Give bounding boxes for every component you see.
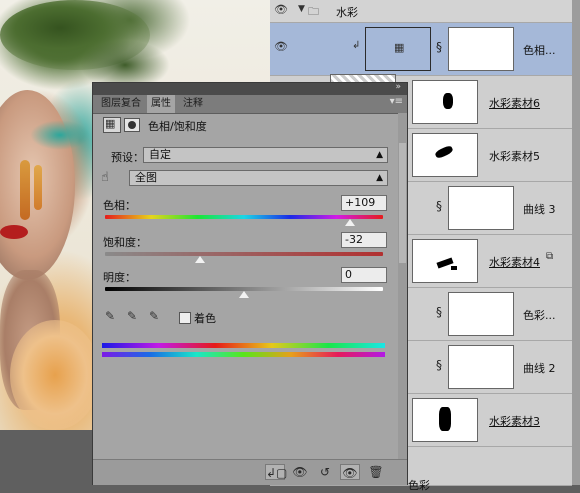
- link-icon[interactable]: §: [436, 199, 442, 213]
- collapse-icon[interactable]: »: [395, 82, 401, 92]
- output-color-bar: [102, 352, 385, 357]
- link-icon[interactable]: §: [436, 358, 442, 372]
- link-icon[interactable]: §: [436, 305, 442, 319]
- canvas-orange-splash: [10, 320, 100, 430]
- lightness-slider-thumb[interactable]: [239, 291, 249, 298]
- saturation-slider-thumb[interactable]: [194, 256, 205, 263]
- canvas-pasteboard: [0, 430, 92, 485]
- scrollbar-thumb[interactable]: [399, 143, 406, 263]
- layer-thumbnail[interactable]: [412, 80, 478, 124]
- channel-dropdown[interactable]: 全图 ▲: [129, 170, 388, 186]
- eye-icon[interactable]: 👁: [274, 40, 288, 53]
- colorize-checkbox[interactable]: [179, 312, 191, 324]
- panel-titlebar[interactable]: »: [93, 82, 407, 95]
- tab-layer-comps[interactable]: 图层复合: [97, 95, 145, 113]
- reset-icon[interactable]: ↺: [315, 464, 335, 480]
- layer-name[interactable]: 曲线 3: [523, 201, 556, 217]
- layer-name[interactable]: 水彩素材3: [489, 413, 540, 429]
- layer-name[interactable]: 水彩素材6: [489, 95, 540, 111]
- properties-panel: » 图层复合 属性 注释 ▾≡ ▦ 色相/饱和度 预设： 自定 ▲ ☝ 全图 ▲…: [92, 82, 408, 485]
- layer-name[interactable]: 色相...: [523, 42, 556, 58]
- layer-mask-thumbnail[interactable]: [448, 27, 514, 71]
- hue-slider-thumb[interactable]: [344, 219, 355, 226]
- canvas-drip: [34, 165, 42, 210]
- folder-icon: 🗀: [308, 5, 319, 18]
- saturation-input[interactable]: -32: [341, 232, 387, 248]
- eyedropper-minus-icon[interactable]: ✎: [149, 309, 159, 323]
- hue-label: 色相：: [103, 199, 136, 212]
- target-hand-icon[interactable]: ☝: [101, 170, 109, 185]
- layer-mask-thumbnail[interactable]: [448, 186, 514, 230]
- layer-thumbnail[interactable]: [412, 239, 478, 283]
- layer-thumbnail[interactable]: [412, 133, 478, 177]
- saturation-label: 饱和度：: [103, 236, 147, 249]
- view-previous-icon[interactable]: 👁: [290, 464, 310, 480]
- colorize-label[interactable]: 着色: [194, 310, 216, 326]
- layer-name[interactable]: 曲线 2: [523, 360, 556, 376]
- layer-group-row[interactable]: 👁 ▼ 🗀 水彩: [270, 0, 572, 23]
- layer-mask-thumbnail[interactable]: [448, 345, 514, 389]
- tab-notes[interactable]: 注释: [179, 95, 207, 113]
- preset-value: 自定: [149, 148, 171, 161]
- panel-tab-bar: 图层复合 属性 注释 ▾≡: [93, 95, 407, 114]
- visibility-toggle-icon[interactable]: 👁: [340, 464, 360, 480]
- preset-label: 预设：: [111, 151, 144, 164]
- hue-saturation-icon: ▦: [105, 117, 116, 130]
- eyedropper-icon[interactable]: ✎: [105, 309, 115, 323]
- saturation-slider-track[interactable]: [105, 252, 383, 256]
- clip-arrow-icon: ↲: [352, 40, 361, 51]
- tab-properties[interactable]: 属性: [147, 95, 175, 113]
- dropdown-arrow-icon: ▲: [376, 150, 383, 160]
- layers-scrollbar[interactable]: [572, 0, 580, 485]
- expand-triangle-icon[interactable]: ▼: [298, 4, 305, 14]
- input-color-bar: [102, 343, 385, 348]
- trash-icon[interactable]: 🗑: [366, 464, 386, 480]
- properties-scrollbar[interactable]: [398, 113, 407, 459]
- link-icon[interactable]: §: [436, 40, 442, 54]
- layer-row[interactable]: 👁 ↲ ▦ § 色相...: [270, 23, 572, 76]
- group-name: 水彩: [336, 6, 358, 19]
- eye-icon[interactable]: 👁: [274, 3, 288, 16]
- channel-value: 全图: [135, 171, 157, 184]
- clip-to-layer-icon[interactable]: ↲▢: [265, 464, 287, 480]
- mask-icon-box[interactable]: [124, 118, 140, 132]
- layer-name[interactable]: 水彩素材5: [489, 148, 540, 164]
- hue-saturation-icon: ▦: [394, 41, 405, 54]
- adjustment-title: 色相/饱和度: [148, 120, 207, 133]
- canvas-lips: [0, 225, 28, 239]
- lightness-input[interactable]: 0: [341, 267, 387, 283]
- properties-footer: ↲▢ 👁 ↺ 👁 🗑: [93, 459, 407, 485]
- layer-name[interactable]: 水彩素材4: [489, 254, 540, 270]
- lightness-label: 明度：: [103, 271, 136, 284]
- smart-object-icon: ⧉: [546, 251, 554, 262]
- hue-input[interactable]: +109: [341, 195, 387, 211]
- canvas-teal-splash: [30, 120, 90, 150]
- hue-slider-track[interactable]: [105, 215, 383, 219]
- layer-name-partial[interactable]: 色彩: [408, 477, 430, 493]
- preset-dropdown[interactable]: 自定 ▲: [143, 147, 388, 163]
- layer-thumbnail[interactable]: [412, 398, 478, 442]
- panel-menu-icon[interactable]: ▾≡: [390, 96, 403, 107]
- adjustment-icon-box[interactable]: ▦: [103, 117, 121, 133]
- adjustment-thumbnail[interactable]: ▦: [365, 27, 431, 71]
- layer-mask-thumbnail[interactable]: [448, 292, 514, 336]
- layer-name[interactable]: 色彩...: [523, 307, 556, 323]
- canvas-drip: [20, 160, 30, 220]
- eyedropper-plus-icon[interactable]: ✎: [127, 309, 137, 323]
- dropdown-arrow-icon: ▲: [376, 173, 383, 183]
